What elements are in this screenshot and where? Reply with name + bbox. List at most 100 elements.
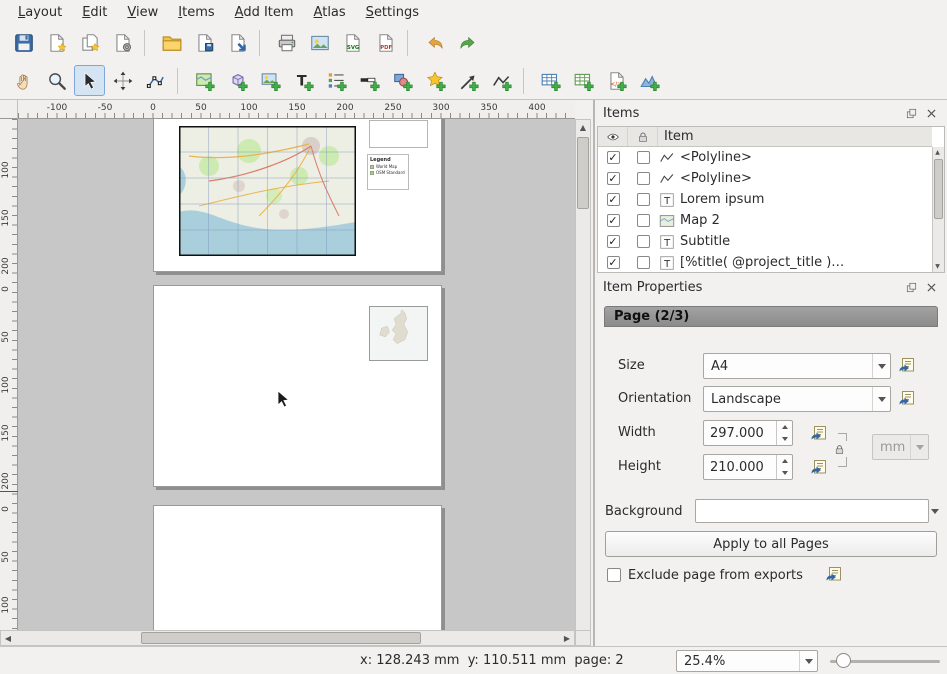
- add-map-button[interactable]: [189, 65, 220, 96]
- lock-aspect-icon[interactable]: [831, 441, 847, 457]
- legend-item[interactable]: Legend World MapOSM Standard: [367, 154, 409, 190]
- export-image-button[interactable]: [304, 28, 335, 59]
- add-3d-map-button[interactable]: [222, 65, 253, 96]
- load-from-template-button[interactable]: [156, 28, 187, 59]
- select-move-item-button[interactable]: [74, 65, 105, 96]
- save-as-template-button[interactable]: [189, 28, 220, 59]
- add-fixed-table-button[interactable]: [568, 65, 599, 96]
- menu-items[interactable]: Items: [168, 2, 224, 23]
- layout-manager-button[interactable]: [107, 28, 138, 59]
- zoom-tool-button[interactable]: [41, 65, 72, 96]
- exclude-data-defined-button[interactable]: [822, 562, 846, 586]
- zoom-slider-handle[interactable]: [836, 653, 851, 668]
- scroll-right-arrow[interactable]: ▶: [560, 631, 574, 645]
- page-3[interactable]: [153, 505, 442, 630]
- menu-settings[interactable]: Settings: [356, 2, 429, 23]
- visibility-checkbox[interactable]: ✓: [607, 172, 620, 185]
- add-legend-button[interactable]: [321, 65, 352, 96]
- height-spinbox[interactable]: 210.000: [703, 454, 793, 480]
- undock-icon[interactable]: [904, 106, 919, 121]
- item-row-title[interactable]: ✓ T [%title( @project_title )…: [598, 252, 932, 273]
- visibility-checkbox[interactable]: ✓: [607, 214, 620, 227]
- page-1[interactable]: Legend World MapOSM Standard: [153, 119, 442, 272]
- add-attribute-table-button[interactable]: [535, 65, 566, 96]
- spin-down-button[interactable]: [777, 467, 792, 479]
- size-data-defined-button[interactable]: [895, 353, 919, 377]
- title-label-item[interactable]: [369, 120, 428, 148]
- item-properties-panel-titlebar[interactable]: Item Properties: [595, 274, 947, 300]
- undock-icon[interactable]: [904, 280, 919, 295]
- items-list-scrollbar[interactable]: ▲ ▼: [932, 147, 944, 272]
- horizontal-scrollbar[interactable]: ◀ ▶: [0, 630, 575, 646]
- menu-view[interactable]: View: [117, 2, 168, 23]
- spin-down-button[interactable]: [777, 433, 792, 445]
- add-scalebar-button[interactable]: [354, 65, 385, 96]
- items-scroll-down-arrow[interactable]: ▼: [932, 261, 943, 272]
- edit-nodes-item-button[interactable]: [140, 65, 171, 96]
- lock-checkbox[interactable]: [637, 151, 650, 164]
- items-panel-titlebar[interactable]: Items: [595, 100, 947, 126]
- width-data-defined-button[interactable]: [807, 421, 831, 445]
- close-icon[interactable]: [924, 280, 939, 295]
- visibility-checkbox[interactable]: ✓: [607, 193, 620, 206]
- lock-checkbox[interactable]: [637, 193, 650, 206]
- exclude-page-checkbox[interactable]: [607, 568, 621, 582]
- redo-button[interactable]: [452, 28, 483, 59]
- vertical-scrollbar[interactable]: ▲ ▼: [575, 119, 591, 646]
- item-column-header[interactable]: Item: [658, 127, 932, 146]
- visibility-checkbox[interactable]: ✓: [607, 151, 620, 164]
- layout-viewport[interactable]: Legend World MapOSM Standard: [18, 119, 575, 630]
- visibility-checkbox[interactable]: ✓: [607, 256, 620, 269]
- print-button[interactable]: [271, 28, 302, 59]
- move-item-content-button[interactable]: [107, 65, 138, 96]
- orientation-combo[interactable]: Landscape: [703, 386, 891, 412]
- duplicate-layout-button[interactable]: [74, 28, 105, 59]
- close-icon[interactable]: [924, 106, 939, 121]
- menu-layout[interactable]: Layout: [8, 2, 72, 23]
- lock-checkbox[interactable]: [637, 235, 650, 248]
- map-item-preview[interactable]: [179, 126, 356, 256]
- export-pdf-button[interactable]: PDF: [370, 28, 401, 59]
- items-scroll-thumb[interactable]: [934, 159, 943, 219]
- units-combo[interactable]: mm: [872, 434, 929, 460]
- menu-atlas[interactable]: Atlas: [304, 2, 356, 23]
- export-svg-button[interactable]: SVG: [337, 28, 368, 59]
- add-label-button[interactable]: T: [288, 65, 319, 96]
- add-marker-button[interactable]: [420, 65, 451, 96]
- width-spinbox[interactable]: 297.000: [703, 420, 793, 446]
- zoom-level-combo[interactable]: 25.4%: [676, 650, 818, 672]
- apply-to-all-pages-button[interactable]: Apply to all Pages: [605, 531, 937, 557]
- lock-column-header[interactable]: [628, 127, 658, 146]
- scroll-up-arrow[interactable]: ▲: [576, 120, 590, 134]
- spin-up-button[interactable]: [777, 421, 792, 433]
- items-scroll-up-arrow[interactable]: ▲: [932, 147, 943, 158]
- save-project-button[interactable]: [8, 28, 39, 59]
- add-node-item-button[interactable]: [486, 65, 517, 96]
- visibility-column-header[interactable]: [598, 127, 628, 146]
- menu-edit[interactable]: Edit: [72, 2, 117, 23]
- add-html-button[interactable]: </>: [601, 65, 632, 96]
- item-row-polyline-1[interactable]: ✓ <Polyline>: [598, 147, 932, 168]
- orientation-data-defined-button[interactable]: [895, 386, 919, 410]
- undo-button[interactable]: [419, 28, 450, 59]
- lock-checkbox[interactable]: [637, 214, 650, 227]
- item-row-subtitle[interactable]: ✓ T Subtitle: [598, 231, 932, 252]
- lock-checkbox[interactable]: [637, 256, 650, 269]
- overview-map-item[interactable]: [369, 306, 428, 361]
- height-data-defined-button[interactable]: [807, 455, 831, 479]
- add-shape-button[interactable]: [387, 65, 418, 96]
- page-2[interactable]: [153, 285, 442, 487]
- add-arrow-button[interactable]: [453, 65, 484, 96]
- background-color-dropdown[interactable]: [929, 502, 941, 520]
- item-row-lorem-ipsum[interactable]: ✓ T Lorem ipsum: [598, 189, 932, 210]
- background-color-button[interactable]: [695, 499, 929, 523]
- horizontal-scroll-thumb[interactable]: [141, 632, 421, 644]
- new-layout-button[interactable]: [41, 28, 72, 59]
- visibility-checkbox[interactable]: ✓: [607, 235, 620, 248]
- spin-up-button[interactable]: [777, 455, 792, 467]
- lock-checkbox[interactable]: [637, 172, 650, 185]
- vertical-scroll-thumb[interactable]: [577, 137, 589, 209]
- add-items-from-template-button[interactable]: [222, 28, 253, 59]
- menu-add-item[interactable]: Add Item: [225, 2, 304, 23]
- item-row-polyline-2[interactable]: ✓ <Polyline>: [598, 168, 932, 189]
